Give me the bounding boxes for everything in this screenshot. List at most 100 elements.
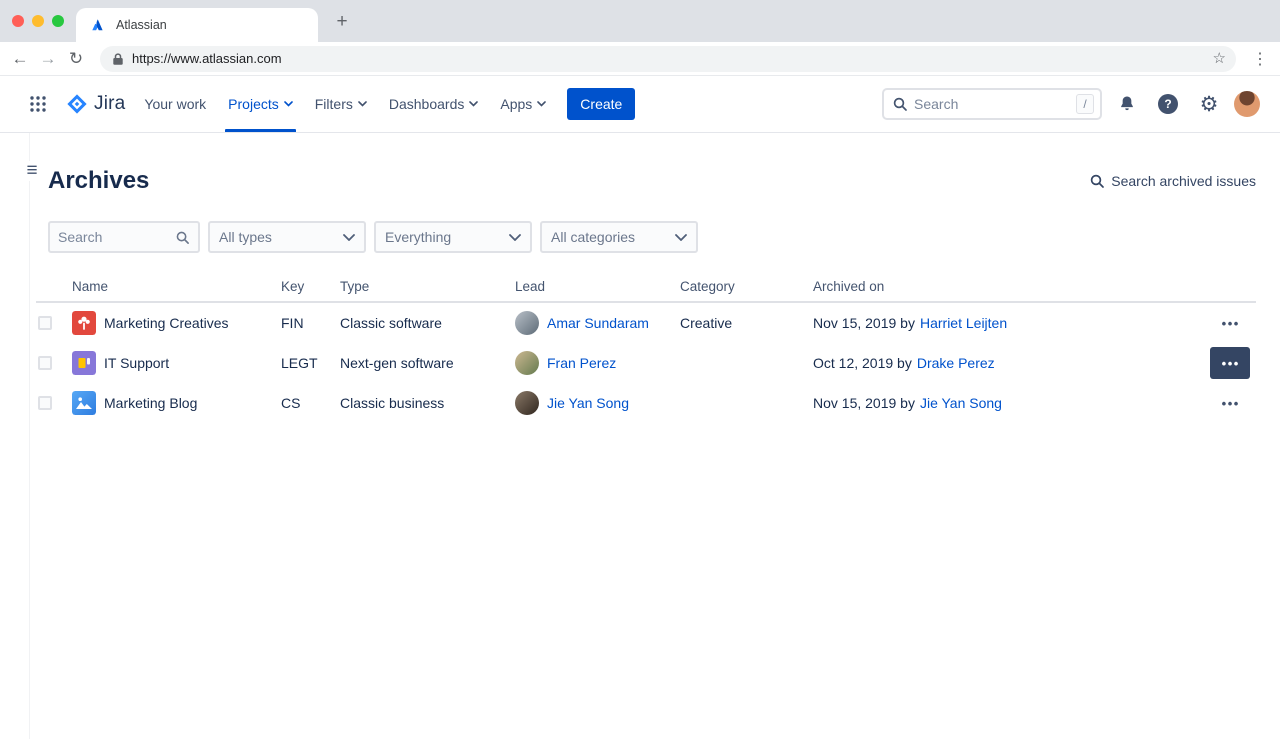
- row-more-actions-icon[interactable]: •••: [1210, 387, 1250, 419]
- column-header-name: Name: [72, 279, 281, 294]
- nav-your-work[interactable]: Your work: [133, 76, 217, 132]
- column-header-category: Category: [680, 279, 813, 294]
- lead-link[interactable]: Jie Yan Song: [547, 395, 629, 411]
- project-type: Classic software: [340, 315, 515, 331]
- app-switcher-icon[interactable]: [22, 88, 54, 120]
- row-checkbox[interactable]: [38, 396, 52, 410]
- expand-sidebar-icon[interactable]: ≡: [22, 161, 42, 181]
- project-key: FIN: [281, 315, 340, 331]
- project-key: LEGT: [281, 355, 340, 371]
- row-checkbox[interactable]: [38, 356, 52, 370]
- gear-icon: ⚙: [1200, 94, 1219, 115]
- column-header-archived-on: Archived on: [813, 279, 1210, 294]
- archived-projects-table: Name Key Type Lead Category Archived on …: [36, 271, 1256, 423]
- archived-by-link[interactable]: Drake Perez: [917, 355, 995, 371]
- column-header-type: Type: [340, 279, 515, 294]
- filter-search-field[interactable]: [48, 221, 200, 253]
- column-header-lead: Lead: [515, 279, 680, 294]
- archived-on-cell: Nov 15, 2019 by Jie Yan Song: [813, 395, 1210, 411]
- scope-filter-dropdown[interactable]: Everything: [374, 221, 532, 253]
- fullscreen-window-button[interactable]: [52, 15, 64, 27]
- page-header: Archives Search archived issues: [0, 133, 1280, 195]
- project-category: Creative: [680, 315, 813, 331]
- archived-date: Nov 15, 2019 by: [813, 315, 915, 331]
- categories-filter-dropdown[interactable]: All categories: [540, 221, 698, 253]
- new-tab-button[interactable]: +: [330, 10, 354, 34]
- forward-icon[interactable]: →: [34, 45, 62, 73]
- back-icon[interactable]: ←: [6, 45, 34, 73]
- browser-tab[interactable]: Atlassian: [76, 8, 318, 42]
- project-key: CS: [281, 395, 340, 411]
- create-button[interactable]: Create: [567, 88, 635, 120]
- page-title: Archives: [48, 167, 149, 195]
- lead-link[interactable]: Amar Sundaram: [547, 315, 649, 331]
- table-header-row: Name Key Type Lead Category Archived on: [36, 271, 1256, 303]
- browser-toolbar: ← → ↻ https://www.atlassian.com ☆ ⋮: [0, 42, 1280, 76]
- nav-filters[interactable]: Filters: [304, 76, 378, 132]
- filter-bar: All types Everything All categories: [0, 195, 1280, 253]
- bookmark-star-icon[interactable]: ☆: [1213, 49, 1226, 67]
- nav-apps[interactable]: Apps: [489, 76, 557, 132]
- settings-button[interactable]: ⚙: [1193, 88, 1225, 120]
- project-name-cell: IT Support: [72, 351, 281, 375]
- chevron-down-icon: [469, 101, 478, 107]
- chevron-down-icon: [537, 101, 546, 107]
- project-name-cell: Marketing Creatives: [72, 311, 281, 335]
- chevron-down-icon: [343, 234, 355, 241]
- lead-link[interactable]: Fran Perez: [547, 355, 616, 371]
- profile-avatar[interactable]: [1234, 91, 1260, 117]
- reload-icon[interactable]: ↻: [62, 45, 90, 73]
- archived-by-link[interactable]: Jie Yan Song: [920, 395, 1002, 411]
- search-icon: [892, 96, 908, 112]
- project-name: IT Support: [104, 355, 169, 371]
- grid-icon: [29, 95, 47, 113]
- search-shortcut-key: /: [1076, 94, 1094, 114]
- header-right: / ? ⚙: [882, 88, 1260, 120]
- archived-by-link[interactable]: Harriet Leijten: [920, 315, 1007, 331]
- tab-strip: Atlassian +: [0, 0, 1280, 42]
- global-search[interactable]: /: [882, 88, 1102, 120]
- project-avatar-icon: [72, 311, 96, 335]
- archived-date: Nov 15, 2019 by: [813, 395, 915, 411]
- chevron-down-icon: [509, 234, 521, 241]
- notifications-button[interactable]: [1111, 88, 1143, 120]
- browser-menu-icon[interactable]: ⋮: [1246, 45, 1274, 73]
- filter-search-input[interactable]: [58, 229, 175, 245]
- bell-icon: [1117, 94, 1137, 114]
- row-checkbox[interactable]: [38, 316, 52, 330]
- tab-title: Atlassian: [116, 18, 167, 32]
- search-archived-issues-link[interactable]: Search archived issues: [1089, 173, 1256, 189]
- types-filter-value: All types: [219, 229, 272, 245]
- lead-avatar: [515, 351, 539, 375]
- browser-window: Atlassian + ← → ↻ https://www.atlassian.…: [0, 0, 1280, 76]
- table-row: IT Support LEGT Next-gen software Fran P…: [36, 343, 1256, 383]
- column-header-key: Key: [281, 279, 340, 294]
- nav-label: Apps: [500, 96, 532, 112]
- nav-dashboards[interactable]: Dashboards: [378, 76, 490, 132]
- nav-projects[interactable]: Projects: [217, 76, 304, 132]
- project-name: Marketing Creatives: [104, 315, 229, 331]
- close-window-button[interactable]: [12, 15, 24, 27]
- nav-label: Filters: [315, 96, 353, 112]
- archives-page: ≡ Archives Search archived issues All ty…: [0, 133, 1280, 739]
- address-bar[interactable]: https://www.atlassian.com ☆: [100, 46, 1236, 72]
- archived-date: Oct 12, 2019 by: [813, 355, 912, 371]
- project-type: Classic business: [340, 395, 515, 411]
- project-name-cell: Marketing Blog: [72, 391, 281, 415]
- row-more-actions-icon[interactable]: •••: [1210, 307, 1250, 339]
- nav-label: Dashboards: [389, 96, 465, 112]
- global-search-input[interactable]: [914, 96, 1070, 112]
- lead-cell: Jie Yan Song: [515, 391, 680, 415]
- help-button[interactable]: ?: [1152, 88, 1184, 120]
- url-text: https://www.atlassian.com: [132, 51, 282, 66]
- minimize-window-button[interactable]: [32, 15, 44, 27]
- types-filter-dropdown[interactable]: All types: [208, 221, 366, 253]
- product-name: Jira: [94, 93, 125, 115]
- row-more-actions-icon[interactable]: •••: [1210, 347, 1250, 379]
- lead-cell: Amar Sundaram: [515, 311, 680, 335]
- nav-label: Projects: [228, 96, 279, 112]
- search-archived-label: Search archived issues: [1111, 173, 1256, 189]
- jira-logo[interactable]: Jira: [66, 93, 125, 115]
- project-name: Marketing Blog: [104, 395, 197, 411]
- chevron-down-icon: [675, 234, 687, 241]
